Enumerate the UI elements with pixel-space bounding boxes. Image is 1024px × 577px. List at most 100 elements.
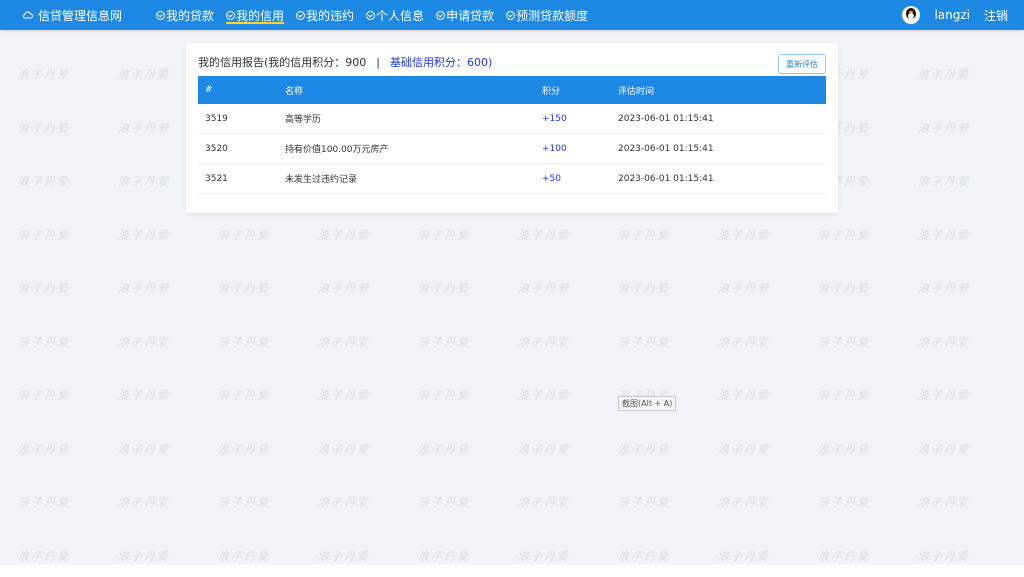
watermark-text: 浪子丹爱	[918, 282, 970, 295]
table-row: 3520 持有价值100.00万元房产 +100 2023-06-01 01:1…	[198, 133, 826, 164]
cell-id: 3520	[198, 133, 278, 164]
column-header-score: 积分	[542, 86, 561, 97]
watermark-text: 浪子丹爱	[218, 389, 270, 402]
table-header-row: # 名称 积分 评估时间	[198, 76, 826, 104]
brand[interactable]: 信贷管理信息网	[22, 0, 122, 30]
watermark-text: 浪子丹爱	[118, 442, 170, 456]
watermark-text: 浪子丹爱	[18, 442, 70, 456]
report-header: 我的信用报告(我的信用积分：900 | 基础信用积分：600)	[198, 54, 492, 70]
table-row: 3521 未发生过违约记录 +50 2023-06-01 01:15:41	[198, 163, 826, 194]
watermark-text: 浪子丹爱	[718, 442, 770, 456]
watermark-text: 浪子丹爱	[518, 335, 570, 349]
logout-link[interactable]: 注销	[984, 7, 1008, 24]
watermark-text: 浪子丹爱	[18, 121, 70, 135]
check-circle-icon	[506, 10, 516, 20]
column-header-time: 评估时间	[618, 86, 655, 97]
credit-table: # 名称 积分 评估时间 3519 高等学历 +150 2023-06-01 0…	[198, 76, 826, 194]
watermark-text: 浪子丹爱	[618, 442, 670, 456]
watermark-text: 浪子丹爱	[918, 228, 970, 242]
username[interactable]: langzi	[934, 8, 970, 22]
check-circle-icon	[226, 10, 236, 20]
nav-item-my-defaults[interactable]: 我的违约	[296, 0, 354, 30]
watermark-text: 浪子丹爱	[718, 335, 770, 349]
cell-id: 3521	[198, 163, 278, 194]
watermark-text: 浪子丹爱	[718, 549, 770, 563]
separator: |	[376, 55, 381, 69]
watermark-text: 浪子丹爱	[418, 335, 470, 349]
watermark-text: 浪子丹爱	[518, 549, 570, 563]
watermark-text: 浪子丹爱	[718, 496, 770, 509]
watermark-text: 浪子丹爱	[518, 389, 570, 402]
watermark-text: 浪子丹爱	[418, 389, 470, 402]
user-area: langzi 注销	[902, 0, 1008, 30]
nav-item-my-loans[interactable]: 我的贷款	[156, 0, 214, 30]
screenshot-tooltip: 截图(Alt + A)	[618, 396, 677, 411]
watermark-text: 浪子丹爱	[218, 549, 270, 563]
reevaluate-button[interactable]: 重新评估	[778, 54, 826, 74]
watermark-text: 浪子丹爱	[718, 228, 770, 242]
watermark-text: 浪子丹爱	[818, 228, 870, 242]
watermark-text: 浪子丹爱	[118, 496, 170, 509]
nav-item-predict-loan-limit[interactable]: 预测贷款额度	[506, 0, 588, 30]
watermark-text: 浪子丹爱	[918, 121, 970, 135]
nav-item-my-credit[interactable]: 我的信用	[226, 0, 285, 30]
nav-item-label: 申请贷款	[446, 8, 495, 23]
nav-item-label: 我的违约	[306, 8, 355, 23]
watermark-text: 浪子丹爱	[318, 335, 370, 349]
watermark-text: 浪子丹爱	[618, 282, 670, 295]
watermark-text: 浪子丹爱	[18, 335, 70, 349]
watermark-text: 浪子丹爱	[918, 389, 970, 402]
cloud-icon	[23, 11, 33, 19]
cell-time: 2023-06-01 01:15:41	[611, 133, 826, 164]
check-circle-icon	[296, 10, 306, 20]
watermark-text: 浪子丹爱	[718, 282, 770, 295]
watermark-text: 浪子丹爱	[718, 389, 770, 402]
nav-item-label: 我的信用	[236, 8, 285, 23]
watermark-text: 浪子丹爱	[18, 496, 70, 509]
watermark-text: 浪子丹爱	[18, 549, 70, 563]
qq-penguin-icon[interactable]	[902, 6, 921, 24]
watermark-text: 浪子丹爱	[418, 442, 470, 456]
column-header-name: 名称	[285, 86, 304, 97]
table-row: 3519 高等学历 +150 2023-06-01 01:15:41	[198, 104, 826, 134]
cell-time: 2023-06-01 01:15:41	[611, 104, 826, 134]
nav-item-label: 个人信息	[376, 8, 425, 23]
watermark-text: 浪子丹爱	[118, 175, 170, 188]
watermark-text: 浪子丹爱	[318, 228, 370, 242]
watermark-text: 浪子丹爱	[918, 335, 970, 349]
watermark-text: 浪子丹爱	[18, 175, 70, 188]
main-nav: 我的贷款 我的信用 我的违约 个人信息 申请贷款 预测贷款额度	[156, 0, 600, 30]
watermark-text: 浪子丹爱	[318, 549, 370, 563]
watermark-text: 浪子丹爱	[318, 389, 370, 402]
nav-item-personal-info[interactable]: 个人信息	[366, 0, 424, 30]
nav-item-apply-loan[interactable]: 申请贷款	[436, 0, 494, 30]
check-circle-icon	[366, 10, 376, 20]
watermark-text: 浪子丹爱	[618, 496, 670, 509]
watermark-text: 浪子丹爱	[418, 228, 470, 242]
watermark-text: 浪子丹爱	[218, 282, 270, 295]
cell-time: 2023-06-01 01:15:41	[611, 163, 826, 194]
watermark-text: 浪子丹爱	[118, 68, 170, 81]
top-navbar: 信贷管理信息网 我的贷款 我的信用 我的违约 个人信息 申请贷款 预测贷款额度	[0, 0, 1024, 30]
watermark-text: 浪子丹爱	[318, 496, 370, 509]
cell-score: +50	[535, 163, 611, 194]
watermark-text: 浪子丹爱	[318, 442, 370, 456]
cell-name: 持有价值100.00万元房产	[278, 133, 535, 164]
column-header-id: #	[205, 85, 213, 95]
brand-title: 信贷管理信息网	[38, 8, 123, 23]
watermark-text: 浪子丹爱	[218, 228, 270, 242]
watermark-text: 浪子丹爱	[918, 175, 970, 188]
watermark-text: 浪子丹爱	[118, 228, 170, 242]
cell-score: +150	[535, 104, 611, 134]
cell-score: +100	[535, 133, 611, 164]
watermark-text: 浪子丹爱	[618, 228, 670, 242]
watermark-text: 浪子丹爱	[818, 496, 870, 509]
watermark-text: 浪子丹爱	[18, 389, 70, 402]
report-title: 我的信用报告(我的信用积分：900	[198, 56, 367, 69]
watermark-text: 浪子丹爱	[418, 549, 470, 563]
watermark-text: 浪子丹爱	[618, 549, 670, 563]
nav-item-label: 预测贷款额度	[516, 8, 589, 23]
watermark-text: 浪子丹爱	[118, 121, 170, 135]
bottom-strip	[0, 565, 1024, 577]
watermark-text: 浪子丹爱	[518, 282, 570, 295]
